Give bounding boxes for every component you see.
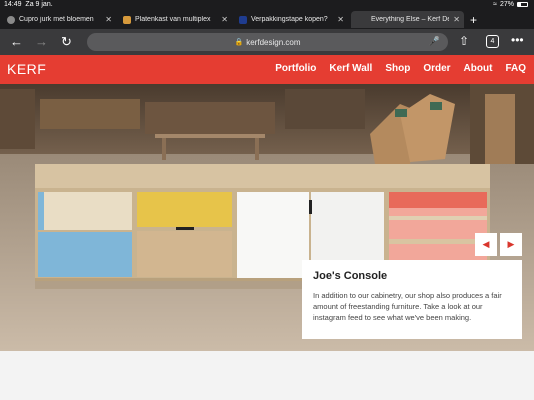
lock-icon: 🔒 [234, 39, 244, 46]
prev-slide-button[interactable]: ◀ [475, 233, 497, 256]
tab-label: Platenkast van multiplex [135, 16, 211, 23]
favicon-icon [123, 15, 131, 24]
triangle-right-icon: ▶ [507, 239, 515, 249]
close-icon[interactable]: ✕ [221, 15, 228, 24]
next-slide-button[interactable]: ▶ [500, 233, 522, 256]
nav-portfolio[interactable]: Portfolio [275, 63, 316, 74]
favicon-icon [239, 15, 247, 24]
globe-icon [7, 15, 15, 24]
nav-shop[interactable]: Shop [385, 63, 410, 74]
nav-order[interactable]: Order [423, 63, 450, 74]
site-header: KERF Portfolio Kerf Wall Shop Order Abou… [0, 55, 534, 84]
page-below-hero [0, 351, 534, 400]
battery-percent: 27% [499, 1, 514, 8]
site-logo[interactable]: KERF [7, 61, 46, 77]
url-text: kerfdesign.com [246, 37, 301, 47]
back-icon[interactable]: ← [10, 34, 23, 49]
battery-icon [517, 2, 528, 7]
tab-item[interactable]: Platenkast van multiplex ✕ [119, 11, 232, 28]
status-bar: 14:49 Za 9 jan. ≈ 27% [0, 0, 534, 10]
forward-icon[interactable]: → [35, 34, 48, 49]
tab-item-active[interactable]: Everything Else – Kerf De ✕ [351, 11, 464, 28]
tab-count-button[interactable]: 4 [486, 35, 499, 48]
tab-item[interactable]: Cupro jurk met bloemen ✕ [3, 11, 116, 28]
hero-title: Joe's Console [313, 270, 388, 282]
reload-icon[interactable]: ↻ [61, 34, 72, 50]
status-right: ≈ 27% [493, 1, 528, 8]
more-icon[interactable]: ••• [511, 33, 524, 47]
tab-item[interactable]: Verpakkingstape kopen? ✕ [235, 11, 348, 28]
share-icon[interactable]: ⇧ [459, 34, 469, 48]
tab-label: Everything Else – Kerf De [371, 16, 450, 23]
tab-label: Verpakkingstape kopen? [251, 16, 328, 23]
hero-body: In addition to our cabinetry, our shop a… [313, 291, 502, 322]
nav-kerf-wall[interactable]: Kerf Wall [329, 63, 372, 74]
address-bar[interactable]: 🔒 kerfdesign.com 🎤 [87, 33, 448, 51]
tab-label: Cupro jurk met bloemen [19, 16, 94, 23]
site-nav: Portfolio Kerf Wall Shop Order About FAQ [275, 63, 526, 74]
nav-faq[interactable]: FAQ [505, 63, 526, 74]
microphone-icon[interactable]: 🎤 [429, 36, 440, 47]
close-icon[interactable]: ✕ [453, 15, 460, 24]
status-time: 14:49 Za 9 jan. [4, 1, 53, 8]
triangle-left-icon: ◀ [482, 239, 490, 249]
close-icon[interactable]: ✕ [337, 15, 344, 24]
wifi-icon: ≈ [493, 1, 497, 8]
nav-about[interactable]: About [464, 63, 493, 74]
browser-toolbar: ← → ↻ 🔒 kerfdesign.com 🎤 ⇧ 4 ••• [0, 29, 534, 55]
tab-bar: Cupro jurk met bloemen ✕ Platenkast van … [0, 10, 534, 29]
hero-caption-card: Joe's Console In addition to our cabinet… [302, 260, 522, 339]
new-tab-button[interactable]: + [470, 13, 477, 27]
close-icon[interactable]: ✕ [105, 15, 112, 24]
